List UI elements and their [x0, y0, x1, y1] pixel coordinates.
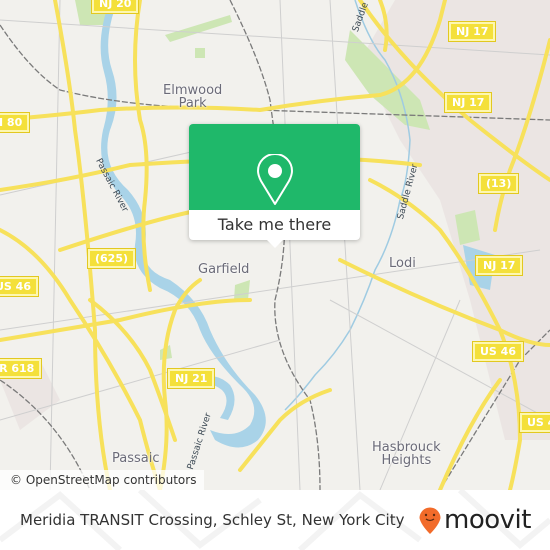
moovit-pin-icon [419, 507, 441, 534]
map-view[interactable]: Elmwood Park Garfield Lodi Passaic Hasbr… [0, 0, 550, 490]
route-shield: US 46 [472, 341, 524, 362]
place-name: Garfield [198, 262, 250, 277]
map-pin-icon [257, 154, 293, 205]
shield-label: US 46 [480, 345, 516, 358]
route-shield: NJ 20 [90, 0, 140, 14]
popup-tail [266, 239, 284, 248]
route-shield: I 80 [0, 112, 31, 133]
footer-bar: Meridia TRANSIT Crossing, Schley St, New… [0, 490, 550, 550]
route-shield: (13) [477, 173, 520, 194]
place-label-hasbrouck-heights: Hasbrouck Heights [372, 441, 441, 467]
route-shield: US 46 [519, 412, 550, 433]
shield-label: (13) [486, 177, 512, 190]
shield-label: NJ 17 [456, 25, 489, 38]
route-shield: NJ 17 [443, 92, 493, 113]
take-me-there-button[interactable]: Take me there [189, 210, 360, 240]
place-name: Elmwood Park [163, 83, 223, 111]
park [165, 15, 232, 42]
place-label-garfield: Garfield [198, 263, 249, 276]
park [234, 280, 250, 300]
shield-label: NJ 17 [452, 96, 485, 109]
shield-label: NJ 20 [99, 0, 132, 10]
shield-label: NJ 21 [175, 372, 208, 385]
place-label-elmwood-park: Elmwood Park [163, 84, 222, 110]
place-name: Lodi [389, 256, 416, 271]
route-shield: (625) [86, 248, 137, 269]
place-label-passaic: Passaic [112, 452, 160, 465]
route-shield: US 46 [0, 276, 39, 297]
shield-label: US 46 [527, 416, 550, 429]
map-attribution[interactable]: © OpenStreetMap contributors [0, 470, 205, 490]
moovit-logo[interactable]: moovit [418, 505, 531, 535]
location-popup[interactable]: Take me there [189, 124, 360, 248]
shield-label: I 80 [0, 116, 23, 129]
shield-label: (625) [95, 252, 129, 265]
route-shield: NJ 21 [166, 368, 216, 389]
shield-label: US 46 [0, 280, 31, 293]
place-name: Passaic [112, 451, 160, 466]
route-shield: NJ 17 [474, 255, 524, 276]
popup-header [189, 124, 360, 210]
route-shield: NJ 17 [447, 21, 497, 42]
park [195, 48, 205, 58]
place-label-lodi: Lodi [389, 257, 416, 270]
location-caption: Meridia TRANSIT Crossing, Schley St, New… [20, 511, 405, 529]
route-shield: CR 618 [0, 358, 43, 379]
shield-label: CR 618 [0, 362, 35, 375]
shield-label: NJ 17 [483, 259, 516, 272]
brand-wordmark: moovit [444, 505, 531, 535]
place-name: Hasbrouck Heights [372, 440, 441, 468]
